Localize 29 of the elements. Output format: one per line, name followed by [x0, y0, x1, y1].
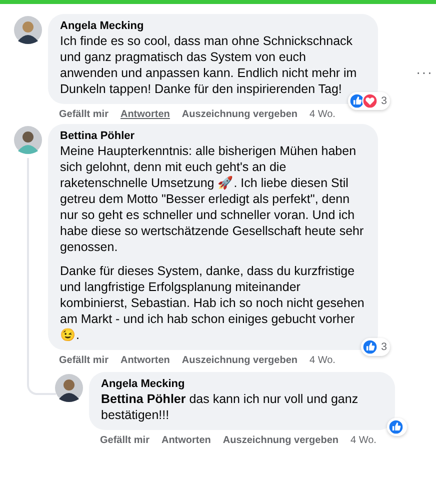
like-icon: [349, 93, 366, 109]
timestamp: 4 Wo.: [350, 435, 376, 447]
reaction-badge[interactable]: [387, 418, 407, 436]
comment-text: Bettina Pöhler das kann ich nur voll und ganz bestätigen!!!: [101, 391, 360, 423]
avatar[interactable]: [14, 126, 42, 154]
timestamp: 4 Wo.: [310, 109, 336, 121]
comment-text: Meine Haupterkenntnis: alle bisherigen Mühen haben sich gelohnt, denn mit euch geht's an die raketenschnelle Umsetzung 🚀. Ich liebe diesen Stil getreu dem Motto "Besser erledigt als perfekt", denn nur so geht es schneller und schneller voran. Und ich habe diese so wertschätzende Gesellschaft heute sehr genossen.: [60, 143, 365, 255]
like-icon: [362, 339, 378, 355]
more-options-icon[interactable]: ···: [416, 64, 433, 80]
action-link[interactable]: Auszeichnung vergeben: [182, 355, 298, 367]
action-link[interactable]: Antworten: [120, 109, 170, 121]
action-link[interactable]: Antworten: [120, 355, 170, 367]
action-link[interactable]: Auszeichnung vergeben: [182, 109, 298, 121]
avatar[interactable]: [14, 16, 42, 44]
reaction-count: 3: [381, 95, 387, 107]
action-link[interactable]: Antworten: [161, 435, 211, 447]
reaction-badge[interactable]: 3: [348, 92, 390, 110]
like-icon: [388, 419, 404, 435]
reaction-count: 3: [381, 341, 387, 353]
author-name[interactable]: Angela Mecking: [60, 19, 366, 33]
action-link[interactable]: Gefällt mir: [100, 435, 150, 447]
avatar[interactable]: [55, 374, 83, 402]
action-link[interactable]: Gefällt mir: [59, 109, 108, 121]
timestamp: 4 Wo.: [310, 355, 336, 367]
action-link[interactable]: Auszeichnung vergeben: [222, 435, 338, 447]
author-name[interactable]: Angela Mecking: [101, 377, 383, 391]
author-name[interactable]: Bettina Pöhler: [60, 129, 366, 143]
reaction-badge[interactable]: 3: [361, 338, 390, 356]
action-link[interactable]: Gefällt mir: [59, 355, 108, 367]
